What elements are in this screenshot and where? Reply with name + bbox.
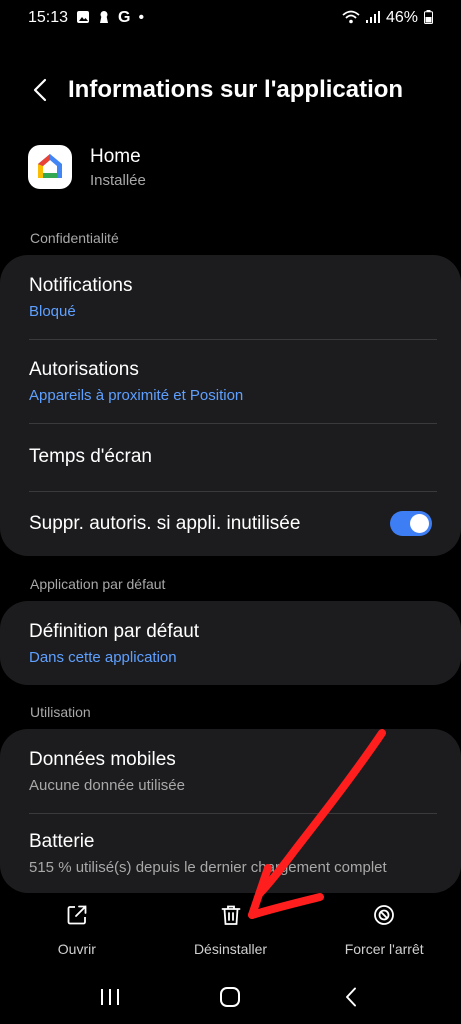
- section-usage-label: Utilisation: [30, 704, 91, 720]
- battery-subtitle: 515 % utilisé(s) depuis le dernier charg…: [29, 858, 387, 876]
- mobile-data-item[interactable]: Données mobiles Aucune donnée utilisée: [0, 729, 461, 813]
- status-left: 15:13 G •: [28, 9, 144, 27]
- google-home-app-icon: [28, 145, 72, 189]
- remove-permissions-title: Suppr. autoris. si appli. inutilisée: [29, 512, 301, 534]
- screen-time-item[interactable]: Temps d'écran: [0, 423, 461, 491]
- status-right: 46%: [342, 9, 433, 27]
- gallery-icon: [76, 10, 90, 27]
- notifications-item[interactable]: Notifications Bloqué: [0, 255, 461, 339]
- signal-icon: [365, 10, 380, 26]
- force-stop-button[interactable]: Forcer l'arrêt: [307, 895, 461, 965]
- section-privacy-label: Confidentialité: [30, 230, 119, 246]
- status-bar: 15:13 G • 46%: [0, 0, 461, 36]
- app-status: Installée: [90, 171, 146, 189]
- battery-percent: 46%: [385, 9, 418, 26]
- page-title: Informations sur l'application: [68, 76, 404, 103]
- toggle-knob: [410, 514, 429, 533]
- recent-apps-icon[interactable]: [90, 977, 130, 1017]
- uninstall-label: Désinstaller: [193, 941, 268, 957]
- remove-permissions-item[interactable]: Suppr. autoris. si appli. inutilisée: [0, 491, 461, 556]
- home-icon[interactable]: [210, 977, 250, 1017]
- keyhole-icon: [98, 10, 110, 27]
- wifi-icon: [342, 10, 360, 27]
- notifications-title: Notifications: [29, 274, 133, 296]
- app-header: Home Installée: [28, 145, 146, 189]
- remove-permissions-toggle[interactable]: [390, 511, 432, 536]
- trash-icon: [221, 905, 240, 925]
- set-default-title: Définition par défaut: [29, 620, 200, 642]
- default-app-card: Définition par défaut Dans cette applica…: [0, 601, 461, 685]
- google-notification-icon: G: [118, 9, 131, 26]
- battery-title: Batterie: [29, 830, 95, 852]
- app-name: Home: [90, 145, 141, 167]
- set-default-subtitle: Dans cette application: [29, 648, 177, 666]
- more-notifications-dot: •: [138, 9, 145, 26]
- notifications-subtitle: Bloqué: [29, 302, 76, 320]
- app-info: Home Installée: [90, 146, 146, 189]
- set-default-item[interactable]: Définition par défaut Dans cette applica…: [0, 601, 461, 685]
- uninstall-button[interactable]: Désinstaller: [154, 895, 308, 965]
- open-button[interactable]: Ouvrir: [0, 895, 154, 965]
- battery-item[interactable]: Batterie 515 % utilisé(s) depuis le dern…: [0, 813, 461, 893]
- bottom-action-bar: Ouvrir Désinstaller Forcer l'arrêt: [0, 895, 461, 965]
- usage-card: Données mobiles Aucune donnée utilisée B…: [0, 729, 461, 893]
- permissions-subtitle: Appareils à proximité et Position: [29, 386, 244, 404]
- privacy-card: Notifications Bloqué Autorisations Appar…: [0, 255, 461, 556]
- header: Informations sur l'application: [28, 70, 441, 110]
- system-nav-bar: [0, 975, 461, 1019]
- mobile-data-title: Données mobiles: [29, 748, 176, 770]
- battery-icon: [424, 9, 433, 27]
- section-default-app-label: Application par défaut: [30, 576, 166, 592]
- screen-time-title: Temps d'écran: [29, 446, 152, 467]
- force-stop-label: Forcer l'arrêt: [344, 941, 424, 957]
- block-icon: [374, 905, 395, 925]
- mobile-data-subtitle: Aucune donnée utilisée: [29, 776, 185, 794]
- open-label: Ouvrir: [57, 941, 96, 957]
- permissions-item[interactable]: Autorisations Appareils à proximité et P…: [0, 339, 461, 423]
- open-external-icon: [67, 905, 87, 925]
- back-arrow-icon[interactable]: [28, 78, 52, 102]
- status-time: 15:13: [28, 9, 69, 26]
- permissions-title: Autorisations: [29, 358, 139, 380]
- back-nav-icon[interactable]: [331, 977, 371, 1017]
